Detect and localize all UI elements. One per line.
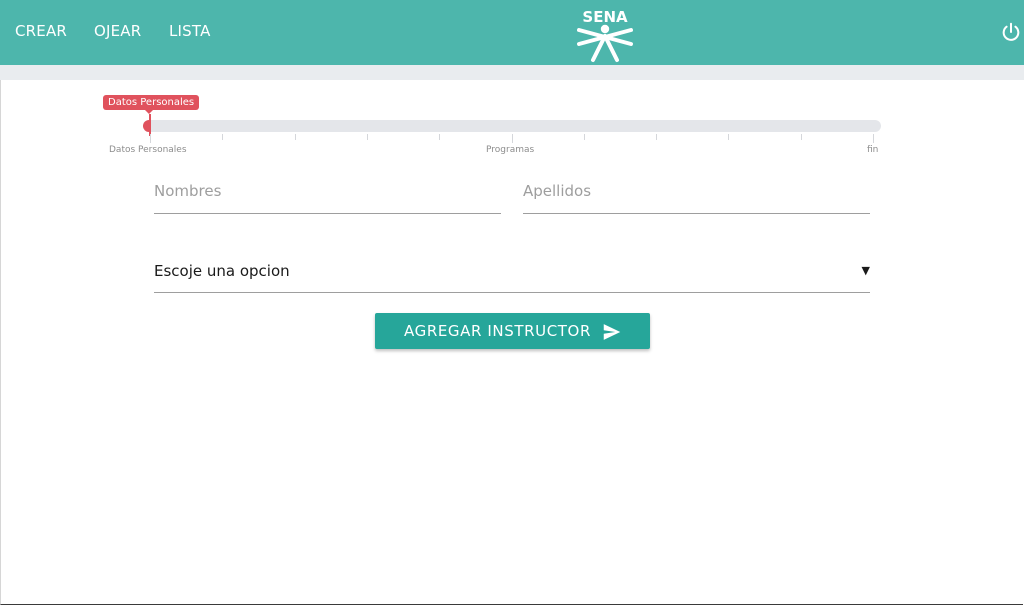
tick-label-start: Datos Personales xyxy=(109,145,187,155)
select-value: Escoje una opcion xyxy=(154,262,290,280)
progress-tick xyxy=(511,134,513,143)
progress-tick xyxy=(873,134,874,143)
progress-track[interactable] xyxy=(143,120,881,132)
progress-tick xyxy=(294,134,296,140)
apellidos-input[interactable] xyxy=(523,176,870,206)
progress-tick xyxy=(656,134,658,140)
apellidos-field xyxy=(523,176,870,214)
submit-label: AGREGAR INSTRUCTOR xyxy=(404,322,591,340)
opcion-select[interactable]: Escoje una opcion ▼ xyxy=(154,252,870,293)
power-icon[interactable] xyxy=(1000,21,1022,43)
nombres-input[interactable] xyxy=(154,176,501,206)
tick-label-end: fin xyxy=(867,145,879,155)
progress-tick xyxy=(366,134,368,140)
progress-handle[interactable] xyxy=(149,114,151,136)
tick-label-middle: Programas xyxy=(486,145,535,155)
send-icon xyxy=(603,324,621,340)
progress-tick xyxy=(583,134,585,140)
top-navbar: CREAR OJEAR LISTA SENA xyxy=(0,0,1024,65)
nav-link-crear[interactable]: CREAR xyxy=(15,22,67,40)
caret-down-icon: ▼ xyxy=(861,264,870,277)
agregar-instructor-button[interactable]: AGREGAR INSTRUCTOR xyxy=(375,313,650,349)
progress-tick xyxy=(728,134,730,140)
progress-tick xyxy=(222,134,224,140)
sena-logo-text: SENA xyxy=(582,8,628,26)
progress-tooltip: Datos Personales xyxy=(103,95,200,114)
sena-logo[interactable]: SENA xyxy=(573,4,637,64)
nav-link-lista[interactable]: LISTA xyxy=(169,22,211,40)
nombres-field xyxy=(154,176,501,214)
sub-header-bar xyxy=(0,65,1024,80)
nav-link-ojear[interactable]: OJEAR xyxy=(94,22,141,40)
progress-tick xyxy=(150,134,151,143)
progress-tick xyxy=(800,134,802,140)
progress-tick xyxy=(439,134,441,140)
